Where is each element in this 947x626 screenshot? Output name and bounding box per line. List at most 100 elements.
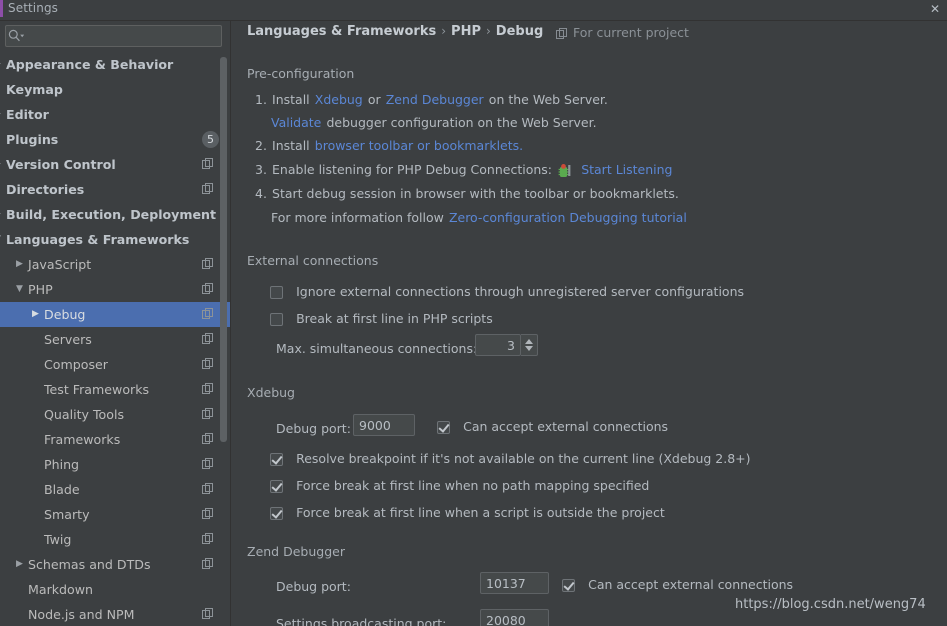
zend-port-label: Debug port: (276, 579, 351, 594)
sidebar-item-plugins[interactable]: Plugins 5 (0, 127, 230, 152)
sidebar-item-label: Plugins (6, 132, 59, 147)
xdebug-resolve-row: Resolve breakpoint if it's not available… (270, 449, 751, 468)
chevron-right-icon[interactable]: ▶ (0, 102, 3, 127)
start-listening-link[interactable]: Start Listening (581, 162, 672, 177)
settings-tree[interactable]: ▶Appearance & BehaviorKeymap▶EditorPlugi… (0, 52, 230, 626)
chevron-down-icon[interactable]: ▼ (0, 227, 3, 252)
sidebar-item-label: JavaScript (28, 257, 92, 272)
sidebar-item-languages-frameworks[interactable]: ▼Languages & Frameworks (0, 227, 230, 252)
sidebar-item-twig[interactable]: Twig (0, 527, 230, 552)
project-scope-icon (202, 508, 213, 519)
xdebug-port-label: Debug port: (276, 421, 351, 436)
sidebar-item-markdown[interactable]: Markdown (0, 577, 230, 602)
validate-link[interactable]: Validate (271, 115, 321, 130)
chevron-right-icon[interactable]: ▶ (14, 552, 25, 577)
force-break-no-path-mapping-checkbox[interactable] (270, 480, 283, 493)
sidebar-item-label: Debug (44, 307, 86, 322)
sidebar-item-build-execution-deployment[interactable]: ▶Build, Execution, Deployment (0, 202, 230, 227)
max-connections-input[interactable] (475, 334, 521, 356)
project-scope-icon (202, 333, 213, 344)
project-scope-icon (202, 433, 213, 444)
sidebar-item-phing[interactable]: Phing (0, 452, 230, 477)
sidebar-item-directories[interactable]: Directories (0, 177, 230, 202)
zend-broadcast-input[interactable] (480, 609, 549, 626)
sidebar-item-php[interactable]: ▼ PHP (0, 277, 230, 302)
zend-debugger-link[interactable]: Zend Debugger (386, 92, 484, 107)
max-connections-label: Max. simultaneous connections: (276, 341, 478, 356)
project-scope-icon (202, 308, 213, 319)
xdebug-link[interactable]: Xdebug (315, 92, 363, 107)
preconfig-step-3: 3. Enable listening for PHP Debug Connec… (255, 159, 673, 178)
project-scope-icon (202, 183, 213, 194)
sidebar-item-quality-tools[interactable]: Quality Tools (0, 402, 230, 427)
xdebug-accept-external-checkbox[interactable] (437, 421, 450, 434)
sidebar-scrollbar-thumb[interactable] (220, 57, 227, 442)
xdebug-accept-row: Can accept external connections (437, 417, 668, 436)
sidebar-item-keymap[interactable]: Keymap (0, 77, 230, 102)
section-title-external-connections: External connections (247, 253, 386, 268)
close-icon[interactable]: ✕ (930, 1, 940, 17)
section-preconfiguration: Pre-configuration (247, 66, 931, 82)
break-first-line-checkbox[interactable] (270, 313, 283, 326)
force-break-no-path-mapping-label: Force break at first line when no path m… (296, 478, 650, 493)
ignore-external-connections-checkbox[interactable] (270, 286, 283, 299)
stepper-down-icon[interactable] (525, 346, 533, 351)
section-title-xdebug: Xdebug (247, 385, 302, 400)
browser-toolbar-link[interactable]: browser toolbar or bookmarklets. (315, 138, 523, 153)
breadcrumb-debug: Debug (495, 24, 544, 39)
zend-accept-external-checkbox[interactable] (562, 579, 575, 592)
project-scope-icon (202, 408, 213, 419)
step4-text: Start debug session in browser with the … (272, 186, 679, 201)
sidebar-item-label: Version Control (6, 157, 116, 172)
project-scope-icon (202, 258, 213, 269)
sidebar-item-label: Appearance & Behavior (6, 57, 174, 72)
preconfig-step-1b: Validate debugger configuration on the W… (271, 112, 597, 131)
project-scope-icon (556, 28, 567, 39)
sidebar-item-debug[interactable]: ▶ Debug (0, 302, 230, 327)
chevron-right-icon[interactable]: ▶ (0, 52, 3, 77)
preconfig-step-2: 2. Install browser toolbar or bookmarkle… (255, 135, 523, 154)
zero-config-tutorial-link[interactable]: Zero-configuration Debugging tutorial (449, 210, 687, 225)
sidebar-item-javascript[interactable]: ▶ JavaScript (0, 252, 230, 277)
sidebar-item-label: PHP (28, 282, 53, 297)
sidebar-item-frameworks[interactable]: Frameworks (0, 427, 230, 452)
settings-detail-panel: Languages & Frameworks › PHP › Debug For cur… (231, 21, 947, 626)
chevron-down-icon[interactable]: ▼ (14, 277, 25, 302)
chevron-right-icon[interactable]: ▶ (0, 202, 3, 227)
window-accent-bar (0, 0, 3, 17)
zend-broadcast-label-wrap: Settings broadcasting port: (276, 613, 446, 626)
breadcrumb-languages-frameworks[interactable]: Languages & Frameworks (247, 24, 436, 39)
sidebar-item-schemas-and-dtds[interactable]: ▶ Schemas and DTDs (0, 552, 230, 577)
stepper-up-icon[interactable] (525, 339, 533, 344)
sidebar-item-label: Node.js and NPM (28, 607, 135, 622)
search-input[interactable] (27, 26, 217, 44)
project-scope-icon (202, 608, 213, 619)
zend-port-input[interactable] (480, 572, 549, 594)
section-external-connections: External connections (247, 253, 931, 269)
sidebar-item-label: Markdown (28, 582, 94, 597)
sidebar-item-node-js-and-npm[interactable]: Node.js and NPM (0, 602, 230, 626)
step1-or-text: or (367, 92, 381, 107)
sidebar-item-appearance-behavior[interactable]: ▶Appearance & Behavior (0, 52, 230, 77)
zend-accept-external-label: Can accept external connections (588, 577, 794, 592)
sidebar-item-composer[interactable]: Composer (0, 352, 230, 377)
sidebar-item-servers[interactable]: Servers (0, 327, 230, 352)
chevron-right-icon[interactable]: ▶ (14, 252, 25, 277)
sidebar-item-label: Languages & Frameworks (6, 232, 190, 247)
sidebar-item-blade[interactable]: Blade (0, 477, 230, 502)
chevron-right-icon[interactable]: ▶ (0, 152, 3, 177)
breadcrumb-php[interactable]: PHP (451, 24, 481, 39)
step1-install-text: Install (272, 92, 310, 107)
max-connections-stepper[interactable] (521, 334, 538, 356)
sidebar-item-editor[interactable]: ▶Editor (0, 102, 230, 127)
chevron-right-icon[interactable]: ▶ (30, 302, 41, 327)
sidebar-item-smarty[interactable]: Smarty (0, 502, 230, 527)
xdebug-port-input[interactable] (353, 414, 415, 436)
sidebar-item-label: Directories (6, 182, 85, 197)
sidebar-item-label: Twig (44, 532, 72, 547)
sidebar-item-version-control[interactable]: ▶Version Control (0, 152, 230, 177)
settings-search (5, 25, 222, 47)
resolve-breakpoint-checkbox[interactable] (270, 453, 283, 466)
sidebar-item-test-frameworks[interactable]: Test Frameworks (0, 377, 230, 402)
force-break-outside-project-checkbox[interactable] (270, 507, 283, 520)
